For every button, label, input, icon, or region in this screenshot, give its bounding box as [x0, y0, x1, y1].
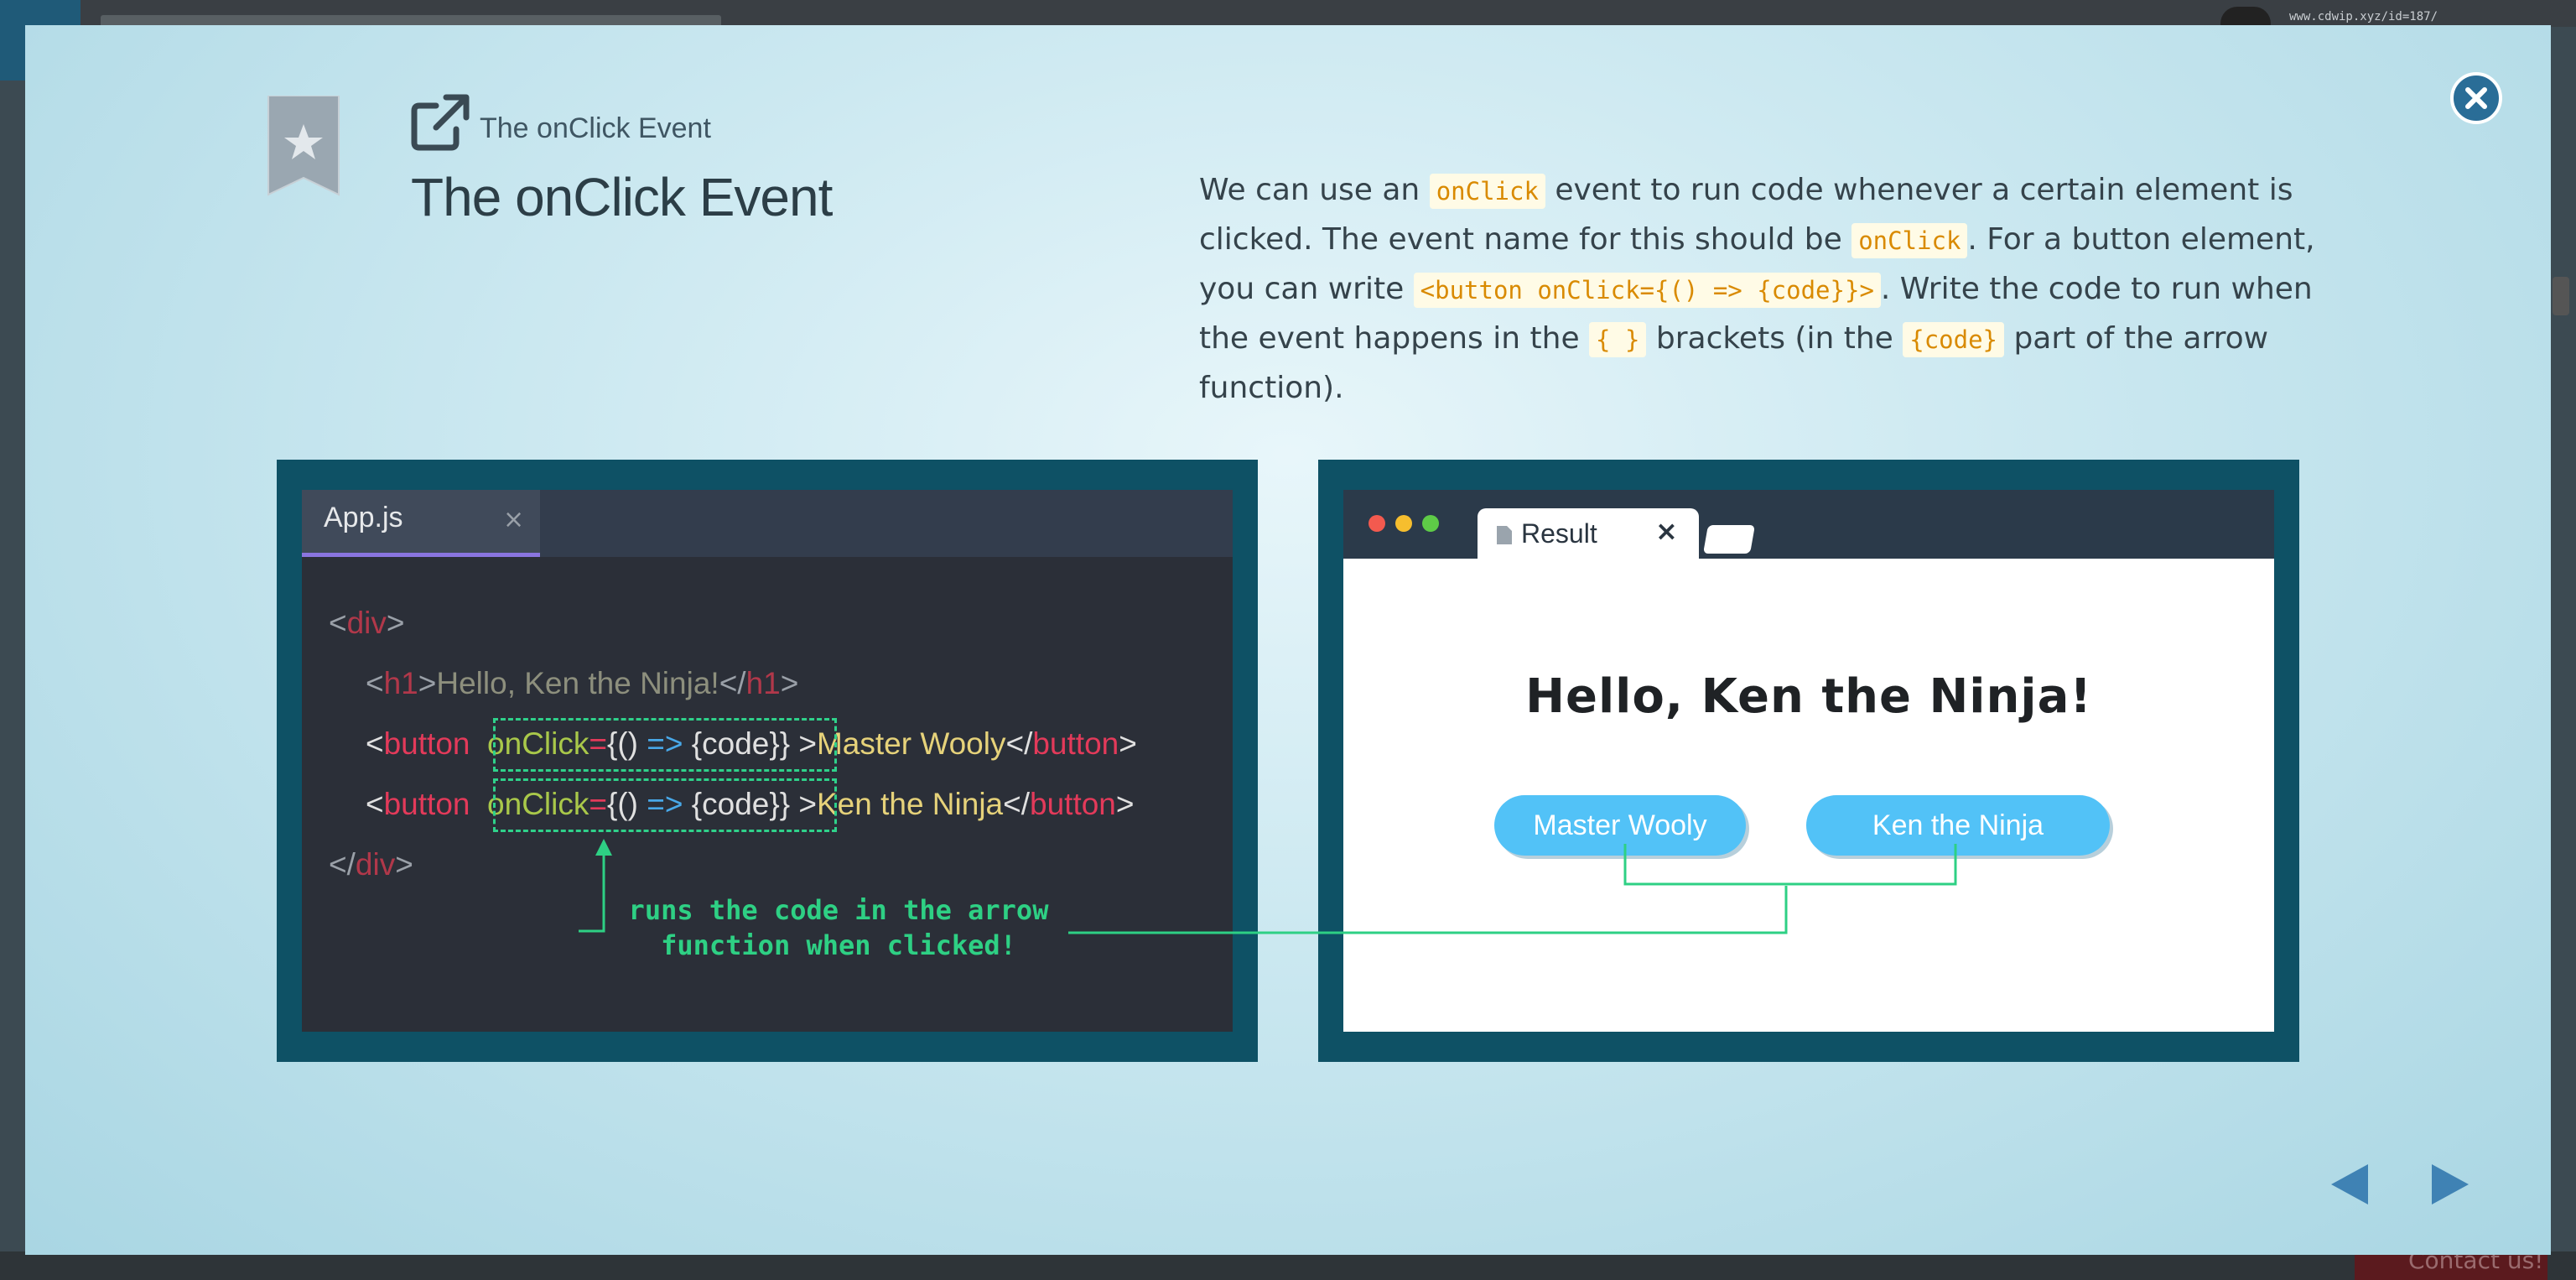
next-arrow-icon[interactable]: [2430, 1163, 2470, 1206]
background-scrollbar: [2553, 277, 2569, 315]
connector-lines: [579, 839, 1957, 934]
background-bottom-bar: [0, 1251, 2576, 1280]
background-url-text: www.cdwip.xyz/id=187/: [2289, 10, 2438, 23]
slide-modal: The onClick Event The onClick Event We c…: [25, 25, 2551, 1255]
previous-arrow-icon[interactable]: [2329, 1163, 2370, 1206]
